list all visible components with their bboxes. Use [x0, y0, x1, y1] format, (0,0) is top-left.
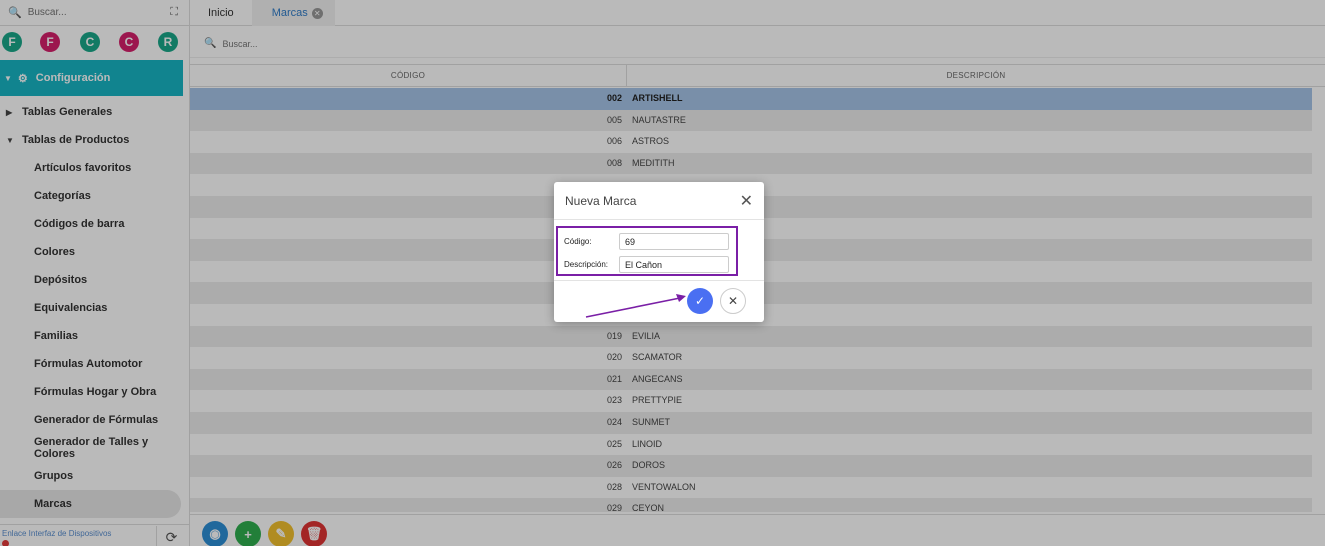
code-field[interactable]: [619, 233, 729, 250]
description-label: Descripción:: [564, 260, 609, 269]
code-field-row: Código:: [564, 233, 729, 250]
annotation-arrow: [585, 294, 686, 318]
confirm-button[interactable]: ✓: [687, 288, 713, 314]
x-icon: ✕: [727, 294, 739, 308]
description-field-row: Descripción:: [564, 256, 729, 273]
check-icon: ✓: [694, 294, 706, 308]
dialog-title: Nueva Marca: [565, 193, 637, 208]
code-label: Código:: [564, 237, 592, 246]
dialog-header: Nueva Marca ✕: [554, 182, 764, 220]
dialog-body: Código: Descripción:: [554, 220, 764, 280]
close-icon[interactable]: ✕: [740, 191, 753, 211]
description-field[interactable]: [619, 256, 729, 273]
cancel-button[interactable]: ✕: [720, 288, 746, 314]
